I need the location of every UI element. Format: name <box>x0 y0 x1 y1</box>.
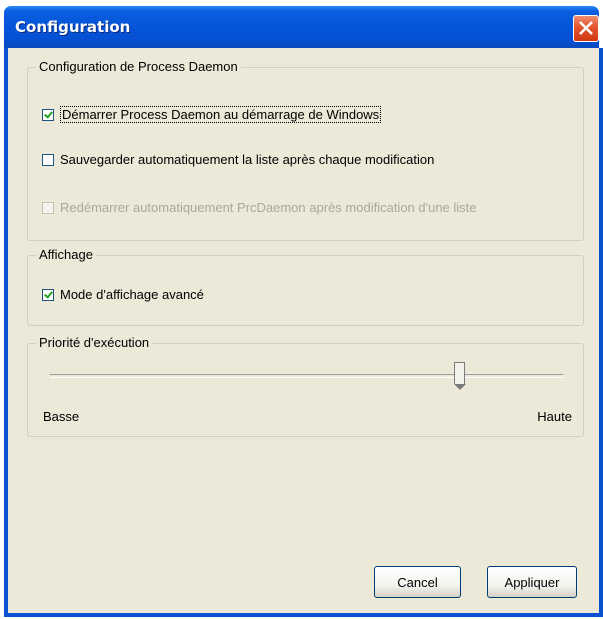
advanced-display-option[interactable]: Mode d'affichage avancé <box>42 287 204 302</box>
display-group: Affichage Mode d'affichage avancé <box>27 247 584 326</box>
auto-restart-checkbox <box>42 201 54 214</box>
priority-slider-track[interactable] <box>50 374 563 378</box>
start-with-windows-label[interactable]: Démarrer Process Daemon au démarrage de … <box>60 106 382 123</box>
display-group-legend: Affichage <box>36 247 96 262</box>
process-daemon-group: Configuration de Process Daemon Démarrer… <box>27 59 584 241</box>
priority-max-label: Haute <box>537 409 572 424</box>
priority-min-label: Basse <box>43 409 80 424</box>
start-with-windows-checkbox[interactable] <box>42 108 54 121</box>
auto-restart-option: Redémarrer automatiquement PrcDaemon apr… <box>42 200 477 215</box>
apply-button[interactable]: Appliquer <box>487 566 577 598</box>
autosave-list-checkbox[interactable] <box>42 153 54 166</box>
priority-group: Priorité d'exécution Basse Haute <box>27 335 584 437</box>
configuration-window: Configuration Configuration de Process D… <box>0 0 603 619</box>
title-bar[interactable]: Configuration <box>4 6 599 48</box>
close-button[interactable] <box>573 15 599 42</box>
process-daemon-group-legend: Configuration de Process Daemon <box>36 59 241 74</box>
priority-group-legend: Priorité d'exécution <box>36 335 153 350</box>
close-icon <box>579 21 593 35</box>
autosave-list-label[interactable]: Sauvegarder automatiquement la liste apr… <box>60 152 434 167</box>
autosave-list-option[interactable]: Sauvegarder automatiquement la liste apr… <box>42 152 434 167</box>
priority-slider-thumb[interactable] <box>453 362 466 390</box>
auto-restart-label: Redémarrer automatiquement PrcDaemon apr… <box>60 200 477 215</box>
advanced-display-label[interactable]: Mode d'affichage avancé <box>60 287 204 302</box>
cancel-button[interactable]: Cancel <box>374 566 461 598</box>
window-title: Configuration <box>15 18 131 36</box>
start-with-windows-option[interactable]: Démarrer Process Daemon au démarrage de … <box>42 106 382 123</box>
advanced-display-checkbox[interactable] <box>42 288 54 301</box>
dialog-client-area: Configuration de Process Daemon Démarrer… <box>4 48 603 617</box>
